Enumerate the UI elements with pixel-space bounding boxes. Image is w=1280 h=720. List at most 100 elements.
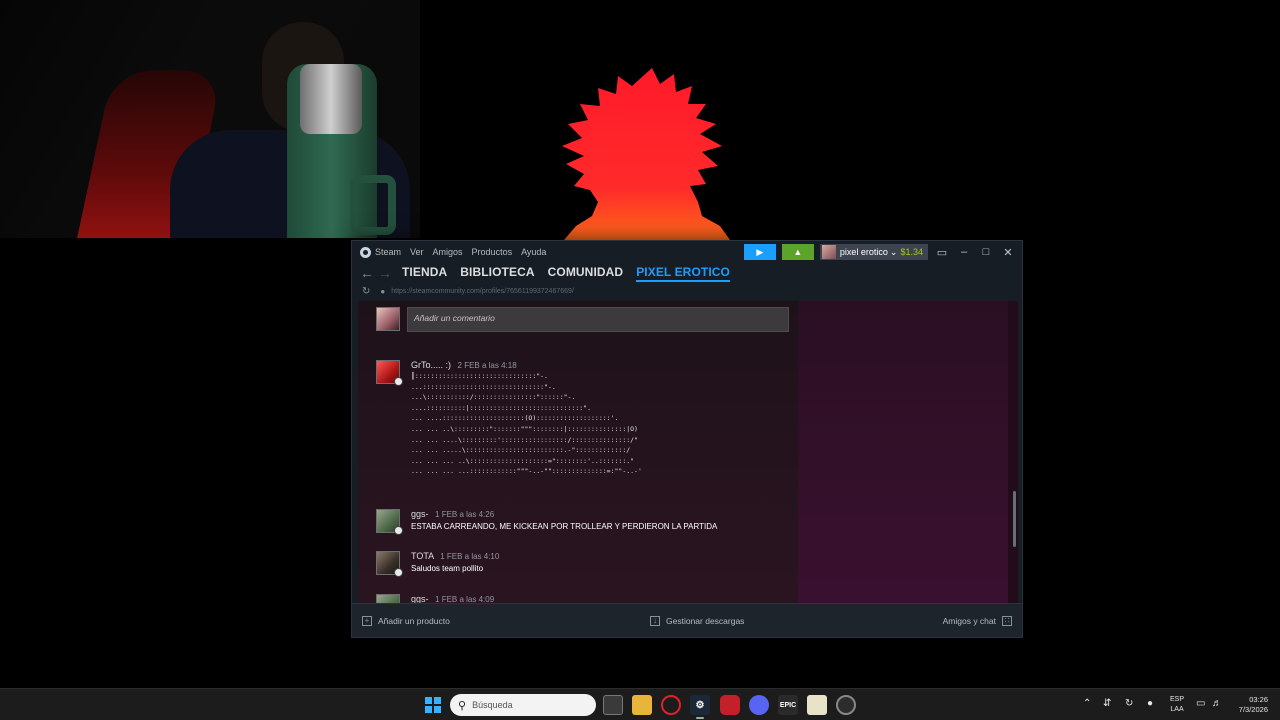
comments-column: Añadir un comentario GrTo..... :) 2 FEB … xyxy=(358,301,798,605)
menu-ayuda[interactable]: Ayuda xyxy=(521,247,546,257)
file-explorer-icon[interactable] xyxy=(632,695,652,715)
downloads-label: Gestionar descargas xyxy=(666,615,745,626)
nav-bar: ← → TIENDA BIBLIOTECA COMUNIDAD PIXEL ER… xyxy=(352,263,1022,283)
sync-icon[interactable]: ↻ xyxy=(1125,698,1133,709)
friends-label: Amigos y chat xyxy=(942,615,996,626)
megaphone-button[interactable]: ▶ xyxy=(743,244,776,260)
comment-header: TOTA 1 FEB a las 4:10 xyxy=(411,551,499,561)
profile-content: Añadir un comentario GrTo..... :) 2 FEB … xyxy=(358,301,1018,605)
webcam-overlay xyxy=(0,0,420,238)
clock-date: 7/3/2026 xyxy=(1238,705,1268,714)
task-view-icon[interactable] xyxy=(603,695,623,715)
comment-timestamp: 2 FEB a las 4:18 xyxy=(457,361,517,370)
nav-tabs: TIENDA BIBLIOTECA COMUNIDAD PIXEL EROTIC… xyxy=(402,265,730,282)
commenter-avatar[interactable] xyxy=(376,551,403,577)
commenter-avatar[interactable] xyxy=(376,509,403,535)
notepad-icon[interactable] xyxy=(807,695,827,715)
screen: Steam Ver Amigos Productos Ayuda ▶ ▲ pix… xyxy=(0,0,1280,720)
minimize-icon[interactable]: – xyxy=(956,246,972,258)
steam-window: Steam Ver Amigos Productos Ayuda ▶ ▲ pix… xyxy=(351,240,1023,638)
back-arrow-icon[interactable]: ← xyxy=(360,265,378,281)
menu-ver[interactable]: Ver xyxy=(410,247,424,257)
app-red-icon[interactable] xyxy=(720,695,740,715)
title-bar-controls: ▶ ▲ pixel erotico ⌄ $1.34 ▭ – □ ✕ xyxy=(743,244,1016,260)
scrollbar-thumb[interactable] xyxy=(1013,491,1016,547)
chevron-up-icon[interactable]: ⌃ xyxy=(1083,698,1091,709)
account-name: pixel erotico xyxy=(839,247,888,257)
taskbar: ⚲ Búsqueda ⚙ EPIC ⌃ ⇵ ↻ ● ESP LAA ▭ ♬ 03… xyxy=(0,688,1280,720)
comment-header: ggs- 1 FEB a las 4:26 xyxy=(411,509,494,519)
epic-games-icon[interactable]: EPIC xyxy=(778,695,798,715)
big-picture-icon[interactable]: ▭ xyxy=(934,246,950,259)
download-icon: ↓ xyxy=(650,615,660,626)
opera-gx-icon[interactable] xyxy=(661,695,681,715)
lock-icon: ● xyxy=(380,286,386,296)
language-indicator[interactable]: ESP LAA xyxy=(1170,695,1184,715)
comment-author[interactable]: TOTA xyxy=(411,551,434,561)
forward-arrow-icon[interactable]: → xyxy=(378,265,396,281)
account-avatar xyxy=(821,245,836,259)
menu-amigos[interactable]: Amigos xyxy=(433,247,463,257)
comment-timestamp: 1 FEB a las 4:26 xyxy=(435,510,495,519)
menu-steam[interactable]: Steam xyxy=(375,247,401,257)
comment-timestamp: 1 FEB a las 4:10 xyxy=(440,552,500,561)
friends-chat-button[interactable]: Amigos y chat ∷ xyxy=(942,615,1012,626)
taskbar-search[interactable]: ⚲ Búsqueda xyxy=(450,694,596,716)
tab-profile[interactable]: PIXEL EROTICO xyxy=(636,265,730,282)
steam-footer: + Añadir un producto ↓ Gestionar descarg… xyxy=(352,603,1022,637)
ascii-art-text: ┃:::::::::::::::::::::::::::::::"-. ...:… xyxy=(411,372,642,476)
comment-author[interactable]: GrTo..... :) xyxy=(411,360,451,370)
status-badge xyxy=(394,526,403,535)
comment-author[interactable]: ggs- xyxy=(411,509,429,519)
settings-icon[interactable] xyxy=(836,695,856,715)
display-icon[interactable]: ▭ xyxy=(1196,698,1205,709)
windows-logo-icon xyxy=(425,697,432,704)
bottle-lid xyxy=(300,64,362,134)
plus-icon: + xyxy=(362,615,372,626)
network-icon[interactable]: ⇵ xyxy=(1103,698,1111,709)
menu-bar: Steam Ver Amigos Productos Ayuda xyxy=(375,247,546,257)
close-icon[interactable]: ✕ xyxy=(1000,246,1016,259)
bell-icon: ▲ xyxy=(793,247,803,257)
status-badge xyxy=(394,377,403,386)
tab-biblioteca[interactable]: BIBLIOTECA xyxy=(460,265,534,282)
friends-icon: ∷ xyxy=(1002,615,1012,626)
my-avatar[interactable] xyxy=(376,307,400,331)
status-badge xyxy=(394,568,403,577)
windows-start-button[interactable] xyxy=(425,697,441,713)
tab-tienda[interactable]: TIENDA xyxy=(402,265,447,282)
megaphone-icon: ▶ xyxy=(756,246,764,257)
manage-downloads-button[interactable]: ↓ Gestionar descargas xyxy=(650,615,745,626)
silhouette-logo xyxy=(562,68,730,240)
commenter-avatar[interactable] xyxy=(376,360,403,386)
maximize-icon[interactable]: □ xyxy=(978,246,994,258)
profile-sidebar xyxy=(798,301,1008,605)
add-product-button[interactable]: + Añadir un producto xyxy=(362,615,450,626)
steam-taskbar-icon[interactable]: ⚙ xyxy=(690,695,710,719)
search-icon: ⚲ xyxy=(458,699,467,712)
chevron-down-icon: ⌄ xyxy=(889,246,898,257)
comment-text: Saludos team pollito xyxy=(411,564,484,573)
lang-top: ESP xyxy=(1170,696,1185,703)
title-bar: Steam Ver Amigos Productos Ayuda ▶ ▲ pix… xyxy=(352,241,1022,263)
discord-icon[interactable] xyxy=(749,695,769,715)
microphone-icon[interactable]: ● xyxy=(1147,698,1153,709)
page-url[interactable]: https://steamcommunity.com/profiles/7656… xyxy=(391,288,574,295)
wallet-balance: $1.34 xyxy=(900,247,923,257)
lang-bottom: LAA xyxy=(1170,706,1184,713)
add-product-label: Añadir un producto xyxy=(378,615,450,626)
comment-text: ESTABA CARREANDO, ME KICKEAN POR TROLLEA… xyxy=(411,522,718,531)
account-menu[interactable]: pixel erotico ⌄ $1.34 xyxy=(819,244,928,260)
reload-icon[interactable]: ↻ xyxy=(362,286,370,297)
steam-logo-icon xyxy=(360,246,371,258)
bottle-handle xyxy=(350,175,396,235)
comment-header: GrTo..... :) 2 FEB a las 4:18 xyxy=(411,360,517,370)
comment-input[interactable]: Añadir un comentario xyxy=(407,307,789,332)
tab-comunidad[interactable]: COMUNIDAD xyxy=(548,265,624,282)
system-clock[interactable]: 03:26 7/3/2026 xyxy=(1230,695,1268,715)
notifications-button[interactable]: ▲ xyxy=(781,244,814,260)
menu-productos[interactable]: Productos xyxy=(472,247,513,257)
search-placeholder: Búsqueda xyxy=(472,700,513,710)
volume-icon[interactable]: ♬ xyxy=(1212,698,1222,709)
clock-time: 03:26 xyxy=(1249,695,1268,704)
